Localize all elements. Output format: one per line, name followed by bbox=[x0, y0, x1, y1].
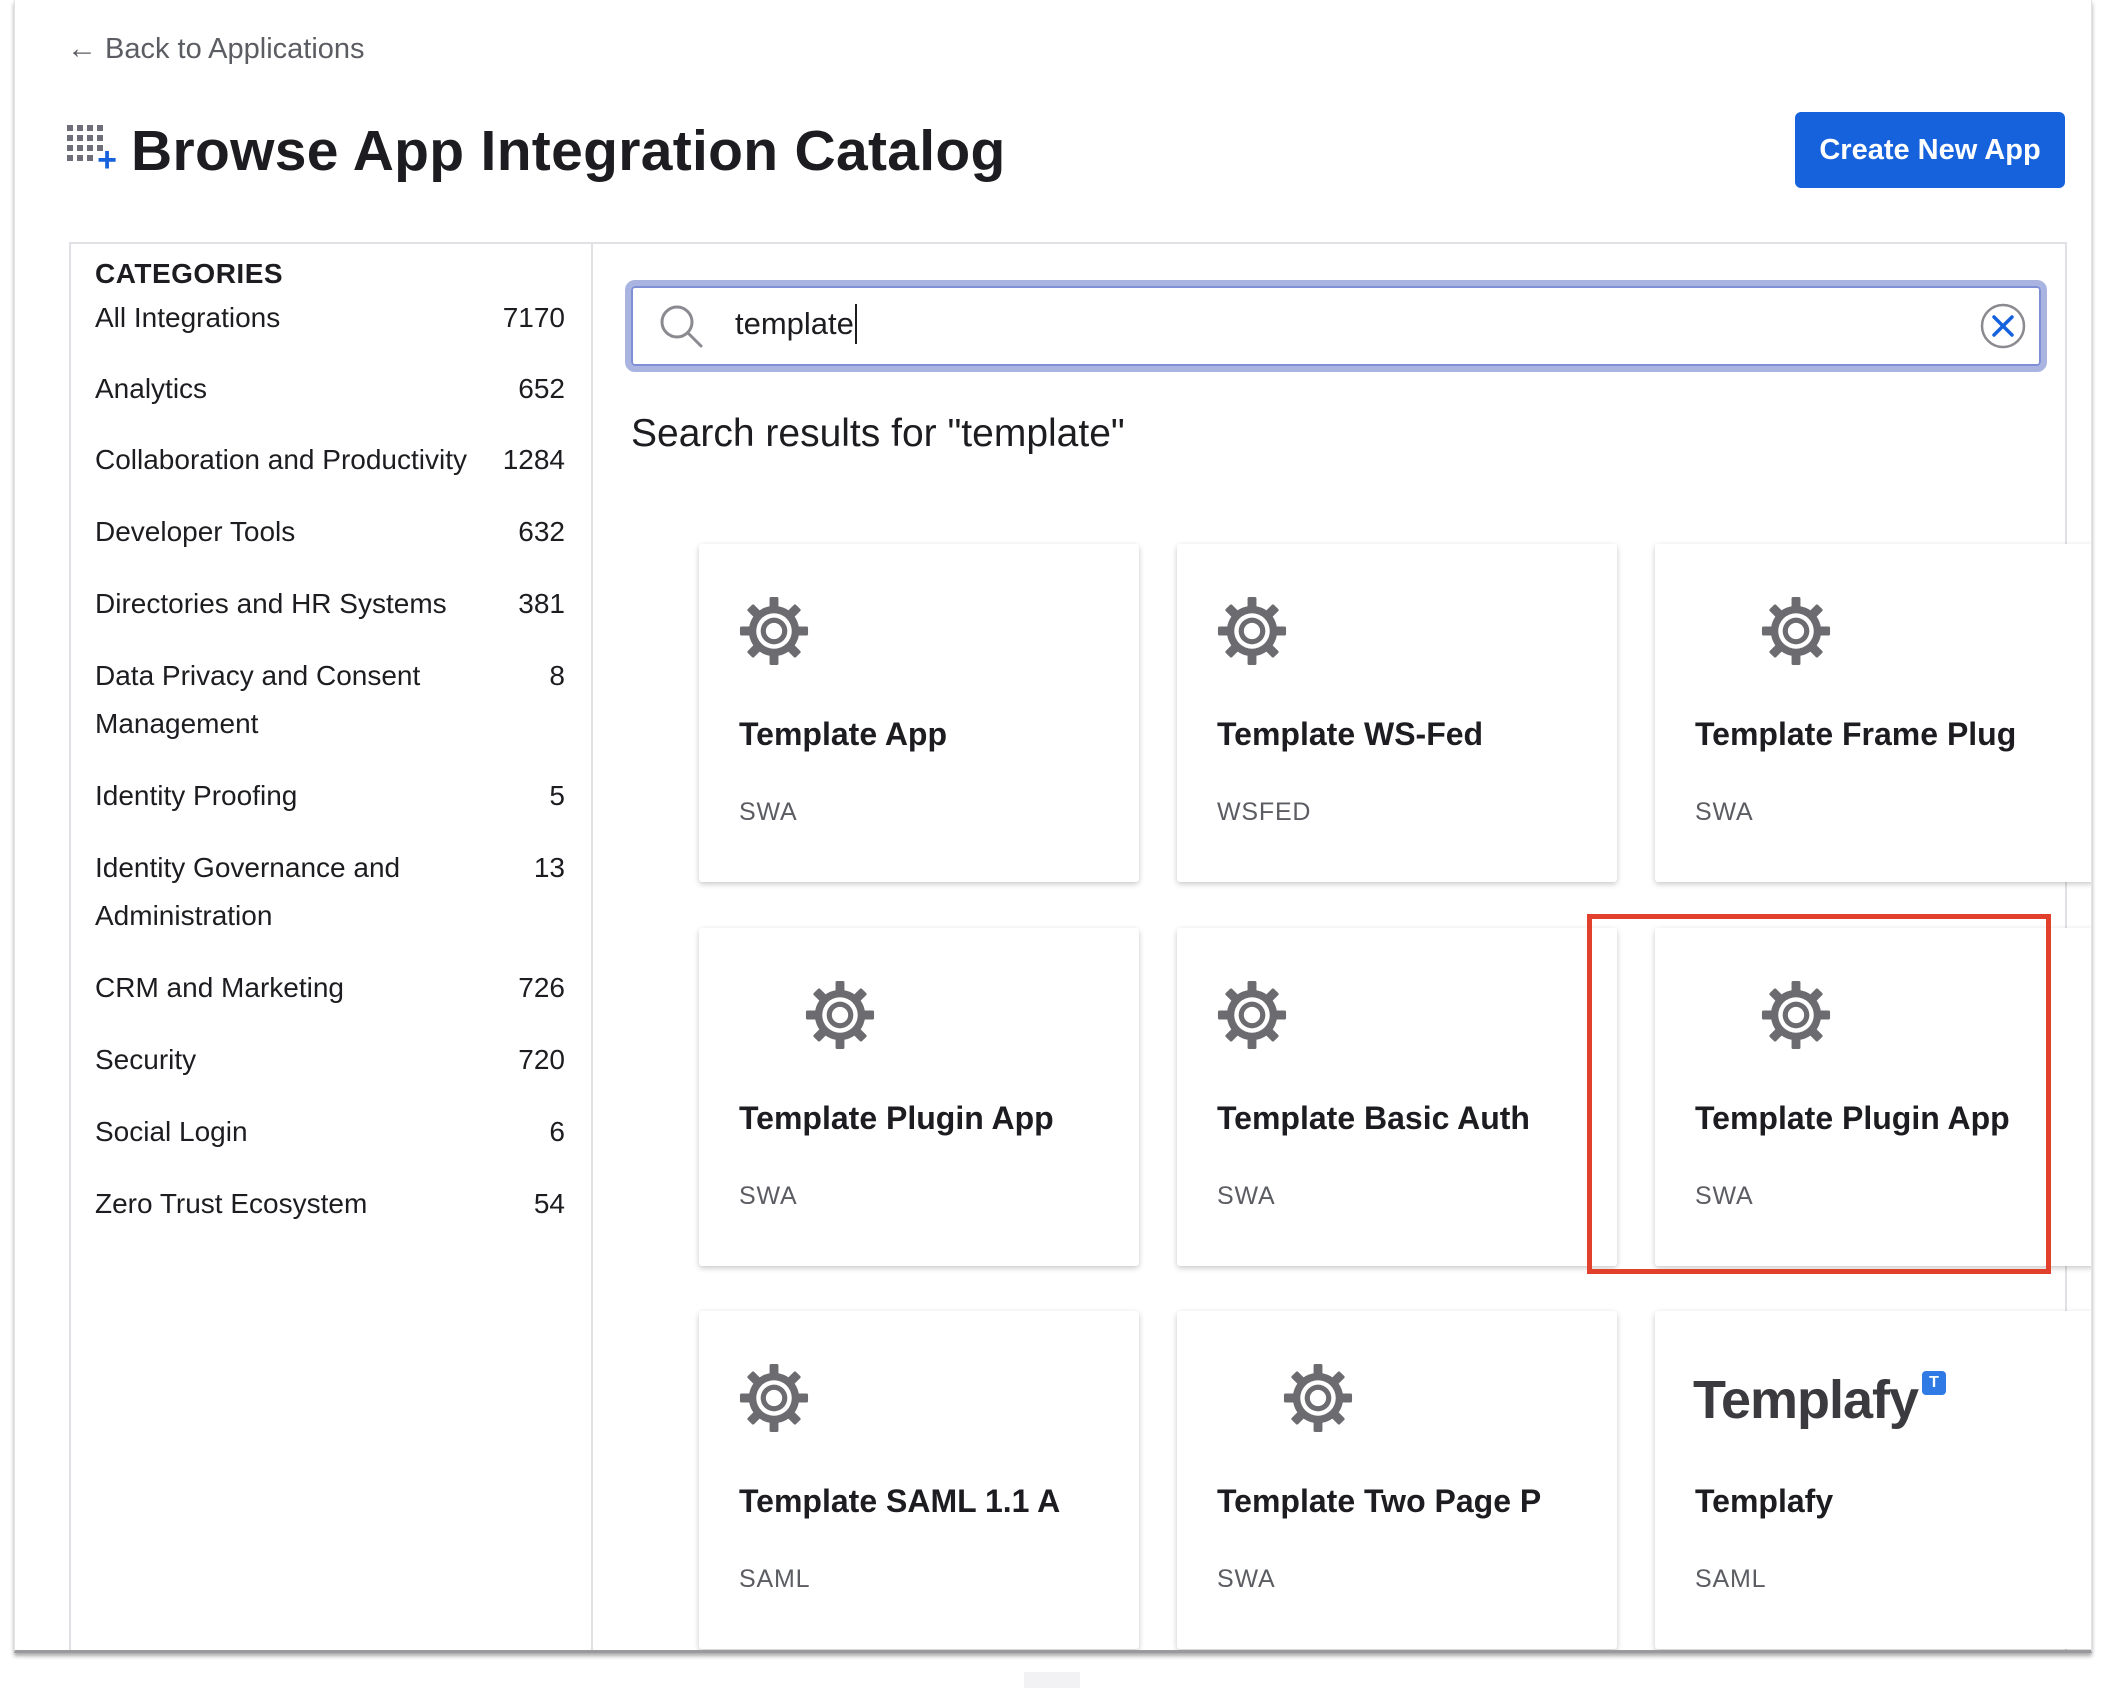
page-title: Browse App Integration Catalog bbox=[131, 119, 1006, 183]
gear-icon bbox=[1217, 596, 1287, 666]
app-card[interactable]: Template SAML 1.1 A SAML bbox=[699, 1311, 1139, 1649]
category-count: 381 bbox=[518, 588, 565, 619]
category-crm-marketing[interactable]: CRM and Marketing 726 bbox=[95, 964, 565, 1012]
search-input[interactable]: template bbox=[625, 280, 2047, 372]
category-label: Data Privacy and Consent Management bbox=[95, 660, 421, 739]
category-label: Identity Governance and Administration bbox=[95, 852, 401, 931]
category-identity-governance[interactable]: Identity Governance and Administration 1… bbox=[95, 844, 565, 940]
category-label: CRM and Marketing bbox=[95, 972, 344, 1003]
results-area: template Search results for "template" T… bbox=[593, 244, 2091, 1650]
category-count: 7170 bbox=[502, 302, 565, 333]
app-card[interactable]: Template App SWA bbox=[699, 544, 1139, 882]
app-name: Template Plugin App bbox=[1695, 1100, 2010, 1136]
category-count: 5 bbox=[549, 780, 565, 811]
app-name: Template Plugin App bbox=[739, 1100, 1054, 1136]
app-protocol: SWA bbox=[1695, 1182, 1754, 1210]
app-card[interactable]: Template Basic Auth SWA bbox=[1177, 928, 1617, 1266]
gear-icon bbox=[1761, 980, 1831, 1050]
gear-icon bbox=[1283, 1363, 1353, 1433]
scroll-indicator bbox=[1024, 1672, 1080, 1688]
categories-heading: CATEGORIES bbox=[95, 258, 284, 289]
category-identity-proofing[interactable]: Identity Proofing 5 bbox=[95, 772, 565, 820]
templafy-logo: Templafy T bbox=[1693, 1369, 1947, 1431]
category-label: Developer Tools bbox=[95, 516, 296, 547]
category-label: Directories and HR Systems bbox=[95, 588, 447, 619]
app-name: Template WS-Fed bbox=[1217, 716, 1484, 752]
app-window: ← Back to Applications + Browse App Inte… bbox=[14, 0, 2092, 1653]
add-integration-icon: + bbox=[67, 125, 117, 177]
category-label: Identity Proofing bbox=[95, 780, 298, 811]
category-label: Security bbox=[95, 1044, 197, 1075]
categories-sidebar: CATEGORIES All Integrations 7170 Analyti… bbox=[71, 244, 593, 1650]
app-protocol: SAML bbox=[739, 1565, 811, 1593]
category-count: 13 bbox=[533, 852, 565, 883]
category-count: 6 bbox=[549, 1116, 565, 1147]
category-collaboration-productivity[interactable]: Collaboration and Productivity 1284 bbox=[95, 436, 565, 484]
category-zero-trust[interactable]: Zero Trust Ecosystem 54 bbox=[95, 1180, 565, 1228]
app-name: Template Basic Auth bbox=[1217, 1100, 1530, 1136]
category-count: 1284 bbox=[502, 444, 565, 475]
app-card[interactable]: Template Plugin App SWA bbox=[699, 928, 1139, 1266]
gear-icon bbox=[739, 1363, 809, 1433]
category-data-privacy[interactable]: Data Privacy and Consent Management 8 bbox=[95, 652, 565, 748]
app-card[interactable]: Template Two Page P SWA bbox=[1177, 1311, 1617, 1649]
app-protocol: SWA bbox=[739, 1182, 798, 1210]
app-protocol: WSFED bbox=[1217, 798, 1312, 826]
app-protocol: SAML bbox=[1695, 1565, 1767, 1593]
search-results-title: Search results for "template" bbox=[631, 412, 1125, 455]
category-analytics[interactable]: Analytics 652 bbox=[95, 365, 565, 413]
search-icon bbox=[660, 305, 703, 348]
category-count: 54 bbox=[533, 1188, 565, 1219]
gear-icon bbox=[739, 596, 809, 666]
app-card[interactable]: Templafy T Templafy SAML bbox=[1655, 1311, 2091, 1649]
category-count: 652 bbox=[518, 373, 565, 404]
category-count: 726 bbox=[518, 972, 565, 1003]
category-label: Analytics bbox=[95, 373, 208, 404]
app-protocol: SWA bbox=[1217, 1182, 1276, 1210]
app-card-highlighted[interactable]: Template Plugin App SWA bbox=[1655, 928, 2091, 1266]
category-all-integrations[interactable]: All Integrations 7170 bbox=[95, 294, 565, 342]
category-security[interactable]: Security 720 bbox=[95, 1036, 565, 1084]
back-to-applications-link[interactable]: ← Back to Applications bbox=[67, 32, 365, 66]
create-new-app-button[interactable]: Create New App bbox=[1795, 112, 2065, 188]
category-count: 8 bbox=[549, 660, 565, 691]
app-protocol: SWA bbox=[1217, 1565, 1276, 1593]
category-developer-tools[interactable]: Developer Tools 632 bbox=[95, 508, 565, 556]
gear-icon bbox=[1761, 596, 1831, 666]
category-label: Social Login bbox=[95, 1116, 248, 1147]
app-name: Template SAML 1.1 A bbox=[739, 1483, 1061, 1519]
category-label: Collaboration and Productivity bbox=[95, 444, 467, 475]
category-count: 720 bbox=[518, 1044, 565, 1075]
catalog-panel: CATEGORIES All Integrations 7170 Analyti… bbox=[69, 242, 2091, 1650]
gear-icon bbox=[805, 980, 875, 1050]
search-value: template bbox=[735, 304, 857, 344]
arrow-left-icon: ← bbox=[67, 32, 97, 65]
app-protocol: SWA bbox=[1695, 798, 1754, 826]
app-card[interactable]: Template WS-Fed WSFED bbox=[1177, 544, 1617, 882]
category-label: All Integrations bbox=[95, 302, 281, 333]
page-header: + Browse App Integration Catalog bbox=[67, 118, 1006, 184]
category-directories-hr[interactable]: Directories and HR Systems 381 bbox=[95, 580, 565, 628]
category-social-login[interactable]: Social Login 6 bbox=[95, 1108, 565, 1156]
app-name: Template Two Page P bbox=[1217, 1483, 1542, 1519]
app-card[interactable]: Template Frame Plug SWA bbox=[1655, 544, 2091, 882]
clear-search-icon[interactable] bbox=[1979, 302, 2027, 350]
app-protocol: SWA bbox=[739, 798, 798, 826]
app-name: Template Frame Plug bbox=[1695, 716, 2017, 752]
app-name: Templafy bbox=[1695, 1483, 1834, 1519]
back-link-label: Back to Applications bbox=[105, 32, 365, 65]
category-label: Zero Trust Ecosystem bbox=[95, 1188, 368, 1219]
category-count: 632 bbox=[518, 516, 565, 547]
gear-icon bbox=[1217, 980, 1287, 1050]
app-name: Template App bbox=[739, 716, 948, 752]
